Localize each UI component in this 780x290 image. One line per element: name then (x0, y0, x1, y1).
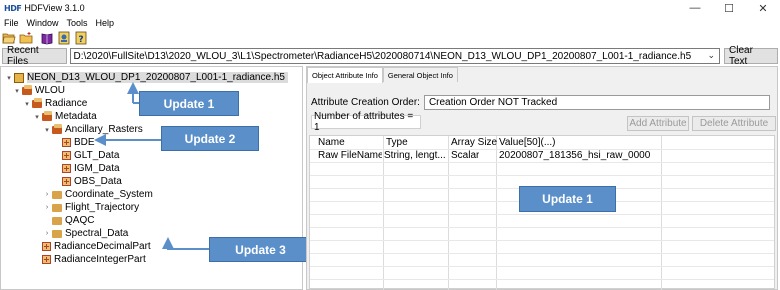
cell-raw-filename-type[interactable]: String, lengt... (384, 150, 447, 161)
column-header-array-size[interactable]: Array Size (451, 137, 497, 148)
delete-attribute-button[interactable]: Delete Attribute (692, 116, 776, 131)
cell-raw-filename-array-size[interactable]: Scalar (451, 150, 479, 161)
attribute-creation-order: Attribute Creation Order: Creation Order… (311, 95, 770, 110)
arrow-update3 (162, 237, 209, 250)
attribute-table: Name Type Array Size Value[50](...) Raw … (309, 135, 775, 290)
callout-update3: Update 3 (209, 237, 312, 262)
object-info-panel: Object Attribute Info General Object Inf… (306, 66, 778, 290)
column-header-value[interactable]: Value[50](...) (499, 137, 556, 148)
tab-general-object-info[interactable]: General Object Info (382, 67, 458, 82)
attribute-count: Number of attributes = 1 (311, 111, 421, 133)
callout-update1-left: Update 1 (139, 91, 239, 116)
tab-object-attribute-info[interactable]: Object Attribute Info (307, 67, 383, 83)
attribute-creation-order-value: Creation Order NOT Tracked (423, 95, 770, 110)
column-header-name[interactable]: Name (318, 137, 345, 148)
info-tabs: Object Attribute Info General Object Inf… (307, 67, 458, 83)
column-header-type[interactable]: Type (386, 137, 408, 148)
attribute-creation-order-label: Attribute Creation Order: (311, 97, 420, 108)
add-attribute-button[interactable]: Add Attribute (627, 116, 689, 131)
cell-raw-filename-name[interactable]: Raw FileName (318, 150, 382, 161)
callout-update1-right: Update 1 (519, 186, 616, 212)
cell-raw-filename-value[interactable]: 20200807_181356_hsi_raw_0000 (499, 150, 650, 161)
callout-update2: Update 2 (161, 126, 259, 151)
